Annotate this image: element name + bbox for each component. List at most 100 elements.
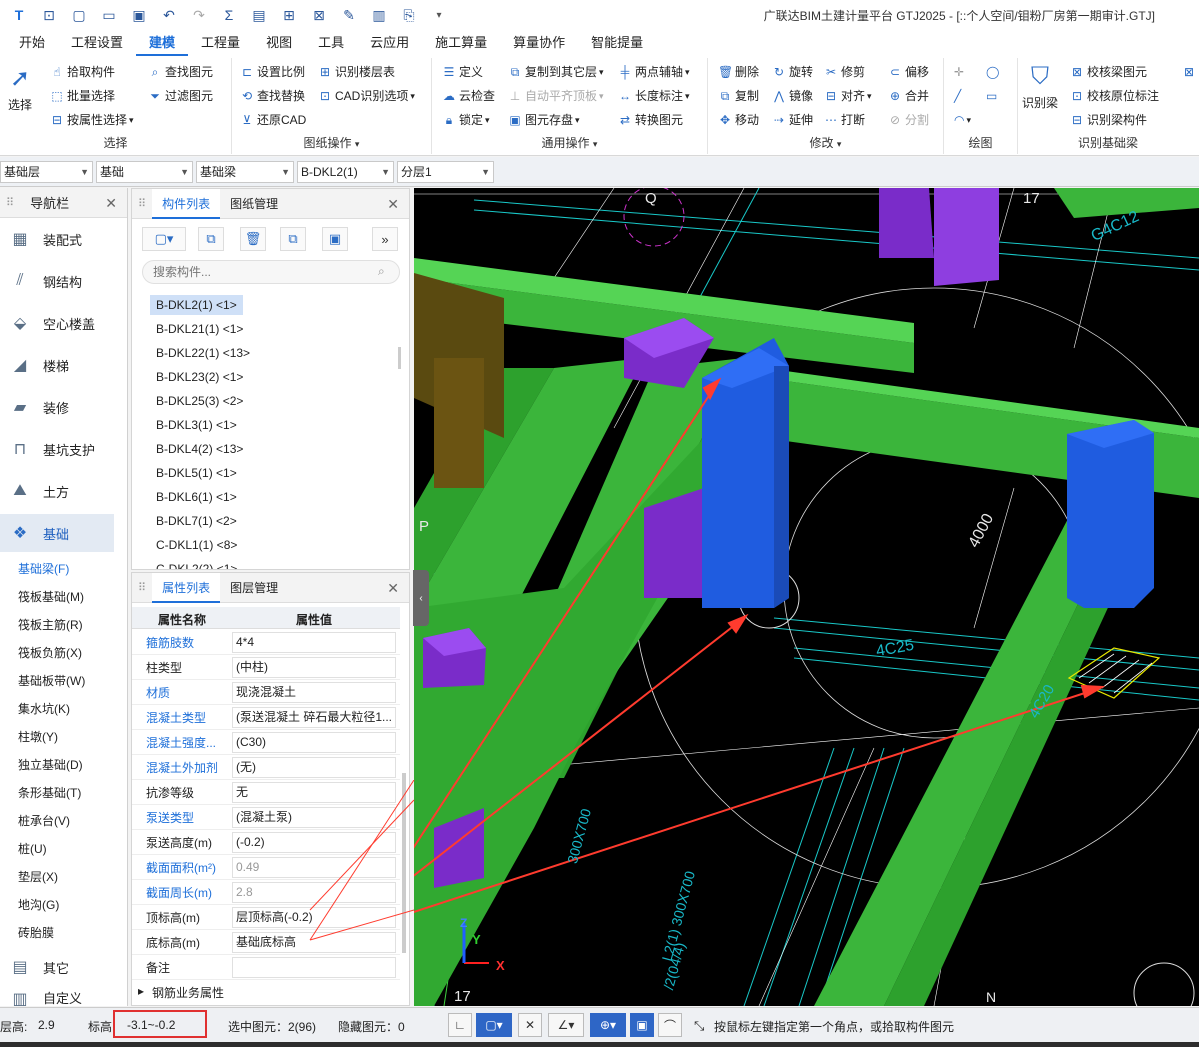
component-item[interactable]: B-DKL21(1) <1>	[150, 319, 249, 339]
nav-sub-sump[interactable]: 集水坑(K)	[18, 700, 70, 717]
nav-cat-hollow-slab[interactable]: ⬙ 空心楼盖	[0, 304, 114, 342]
nav-sub-trench[interactable]: 地沟(G)	[18, 896, 59, 913]
table-icon[interactable]: ⊞	[278, 4, 300, 26]
tab-cloud[interactable]: 云应用	[357, 30, 422, 56]
collapse-panel-handle[interactable]: ‹	[413, 570, 429, 626]
nav-cat-foundation[interactable]: ❖ 基础	[0, 514, 114, 552]
tab-start[interactable]: 开始	[0, 30, 58, 56]
list-scrollbar[interactable]	[398, 347, 401, 369]
close-icon[interactable]: ✕	[387, 196, 399, 213]
tab-tools[interactable]: 工具	[305, 30, 357, 56]
tab-smart-quantity[interactable]: 智能提量	[578, 30, 656, 56]
recognize-beam-component-button[interactable]: ⊟ 识别梁构件	[1070, 110, 1147, 130]
restore-cad-button[interactable]: ⊻ 还原CAD	[240, 110, 307, 130]
component-save-button[interactable]: ▣	[322, 227, 348, 251]
pen-icon[interactable]: ✎	[338, 4, 360, 26]
close-icon[interactable]: ✕	[105, 195, 117, 212]
draw-circle-button[interactable]: ◯	[986, 62, 999, 82]
drag-handle-icon[interactable]: ⠿	[138, 581, 146, 594]
nav-cat-stairs[interactable]: ◢ 楼梯	[0, 346, 114, 384]
nav-sub-foundation-beam[interactable]: 基础梁(F)	[18, 560, 69, 577]
ortho-toggle[interactable]: ∟	[448, 1013, 472, 1037]
property-value-field[interactable]: 层顶标高(-0.2)	[232, 907, 396, 928]
recognize-beam-button[interactable]: ⛉ 识别梁	[1022, 60, 1058, 111]
tab-construction[interactable]: 施工算量	[422, 30, 500, 56]
tab-drawing-management[interactable]: 图纸管理	[220, 189, 288, 219]
property-value-field[interactable]: 现浇混凝土	[232, 682, 396, 703]
lock-button[interactable]: 🔒︎ 锁定 ▾	[442, 110, 490, 130]
draw-arc-button[interactable]: ◠ ▾	[954, 110, 971, 130]
component-item[interactable]: C-DKL2(2) <1>	[150, 559, 243, 569]
tab-modeling[interactable]: 建模	[136, 30, 189, 56]
nav-sub-pile-cap[interactable]: 桩承台(V)	[18, 812, 70, 829]
save-icon[interactable]: ▣	[128, 4, 150, 26]
property-value-field[interactable]: (中柱)	[232, 657, 396, 678]
component-item[interactable]: B-DKL25(3) <2>	[150, 391, 249, 411]
find-element-button[interactable]: ⌕ 查找图元	[148, 62, 213, 82]
mirror-button[interactable]: ⋀ 镜像	[772, 86, 813, 106]
drag-handle-icon[interactable]: ⠿	[138, 197, 146, 210]
tab-property-list[interactable]: 属性列表	[152, 573, 221, 603]
define-button[interactable]: ☰ 定义	[442, 62, 483, 82]
export-icon[interactable]: ⎘	[398, 4, 420, 26]
component-item[interactable]: B-DKL6(1) <1>	[150, 487, 243, 507]
set-scale-button[interactable]: ⊏ 设置比例	[240, 62, 305, 82]
property-value-field[interactable]: 基础底标高	[232, 932, 396, 953]
select-button[interactable]: ➚ 选择	[8, 62, 32, 113]
close-icon[interactable]: ✕	[387, 580, 399, 597]
tab-quantity[interactable]: 工程量	[188, 30, 253, 56]
sum-icon[interactable]: Σ	[218, 4, 240, 26]
app-logo-icon[interactable]: T	[8, 4, 30, 26]
tab-component-list[interactable]: 构件列表	[152, 188, 221, 219]
curve-toggle[interactable]: ⌒	[658, 1013, 682, 1037]
angle-toggle[interactable]: ∠▾	[548, 1013, 584, 1037]
nav-cat-other[interactable]: ▤ 其它	[0, 948, 114, 986]
recognize-floor-table-button[interactable]: ⊞ 识别楼层表	[318, 62, 395, 82]
check-in-situ-label-button[interactable]: ⊡ 校核原位标注	[1070, 86, 1159, 106]
draw-line-button[interactable]: ╱	[954, 86, 961, 106]
properties-scrollbar[interactable]	[402, 773, 406, 953]
batch-select-button[interactable]: ⬚ 批量选择	[50, 86, 115, 106]
rotate-button[interactable]: ↻ 旋转	[772, 62, 813, 82]
grid-select-icon[interactable]: ⊡	[38, 4, 60, 26]
redo-icon[interactable]: ↷	[188, 4, 210, 26]
tab-collaboration[interactable]: 算量协作	[500, 30, 578, 56]
floor-select[interactable]: 基础层 ▼	[0, 161, 93, 183]
nav-sub-column-pier[interactable]: 柱墩(Y)	[18, 728, 58, 745]
expand-more-button[interactable]: »	[372, 227, 398, 251]
two-point-axis-button[interactable]: ╪ 两点辅轴 ▾	[618, 62, 690, 82]
display-toggle[interactable]: ▣	[630, 1013, 654, 1037]
nav-cat-pit-support[interactable]: ⊓ 基坑支护	[0, 430, 114, 468]
delete-component-button[interactable]: 🗑︎	[240, 227, 266, 251]
nav-cat-earthwork[interactable]: ⛰ 土方	[0, 472, 114, 510]
property-value-field[interactable]: 无	[232, 782, 396, 803]
nav-sub-raft-neg-rebar[interactable]: 筏板负筋(X)	[18, 644, 82, 661]
nav-sub-slab-strip[interactable]: 基础板带(W)	[18, 672, 85, 689]
check-beam-element-button[interactable]: ⊠ 校核梁图元	[1070, 62, 1147, 82]
layer-copy-button[interactable]: ⧉	[280, 227, 306, 251]
layers-icon[interactable]: ▥	[368, 4, 390, 26]
type-select[interactable]: 基础梁 ▼	[196, 161, 294, 183]
component-item[interactable]: B-DKL4(2) <13>	[150, 439, 249, 459]
tab-layer-management[interactable]: 图层管理	[220, 573, 288, 603]
nav-sub-raft[interactable]: 筏板基础(M)	[18, 588, 84, 605]
property-value-field[interactable]: 4*4	[232, 632, 396, 653]
nav-cat-steel[interactable]: ⫽ 钢结构	[0, 262, 114, 300]
layer-select[interactable]: 分层1 ▼	[397, 161, 494, 183]
open-folder-icon[interactable]: ▭	[98, 4, 120, 26]
find-replace-button[interactable]: ⟲ 查找替换	[240, 86, 305, 106]
break-button[interactable]: ⋯ 打断	[824, 110, 865, 130]
edit-button[interactable]: ⊠编	[1182, 62, 1199, 82]
property-group-row[interactable]: ▸ 钢筋业务属性	[132, 980, 400, 1005]
property-value-field[interactable]: (C30)	[232, 732, 396, 753]
tab-project-settings[interactable]: 工程设置	[58, 30, 136, 56]
nav-sub-brick-form[interactable]: 砖胎膜	[18, 924, 54, 941]
component-item[interactable]: B-DKL22(1) <13>	[150, 343, 256, 363]
undo-icon[interactable]: ↶	[158, 4, 180, 26]
category-select[interactable]: 基础 ▼	[96, 161, 193, 183]
extend-button[interactable]: ⇢ 延伸	[772, 110, 813, 130]
modify-label[interactable]: 修改 ▾	[708, 134, 943, 151]
length-dimension-button[interactable]: ↔ 长度标注 ▾	[618, 86, 690, 106]
component-search-input[interactable]	[142, 260, 400, 284]
copy-to-other-floor-button[interactable]: ⧉ 复制到其它层 ▾	[508, 62, 604, 82]
